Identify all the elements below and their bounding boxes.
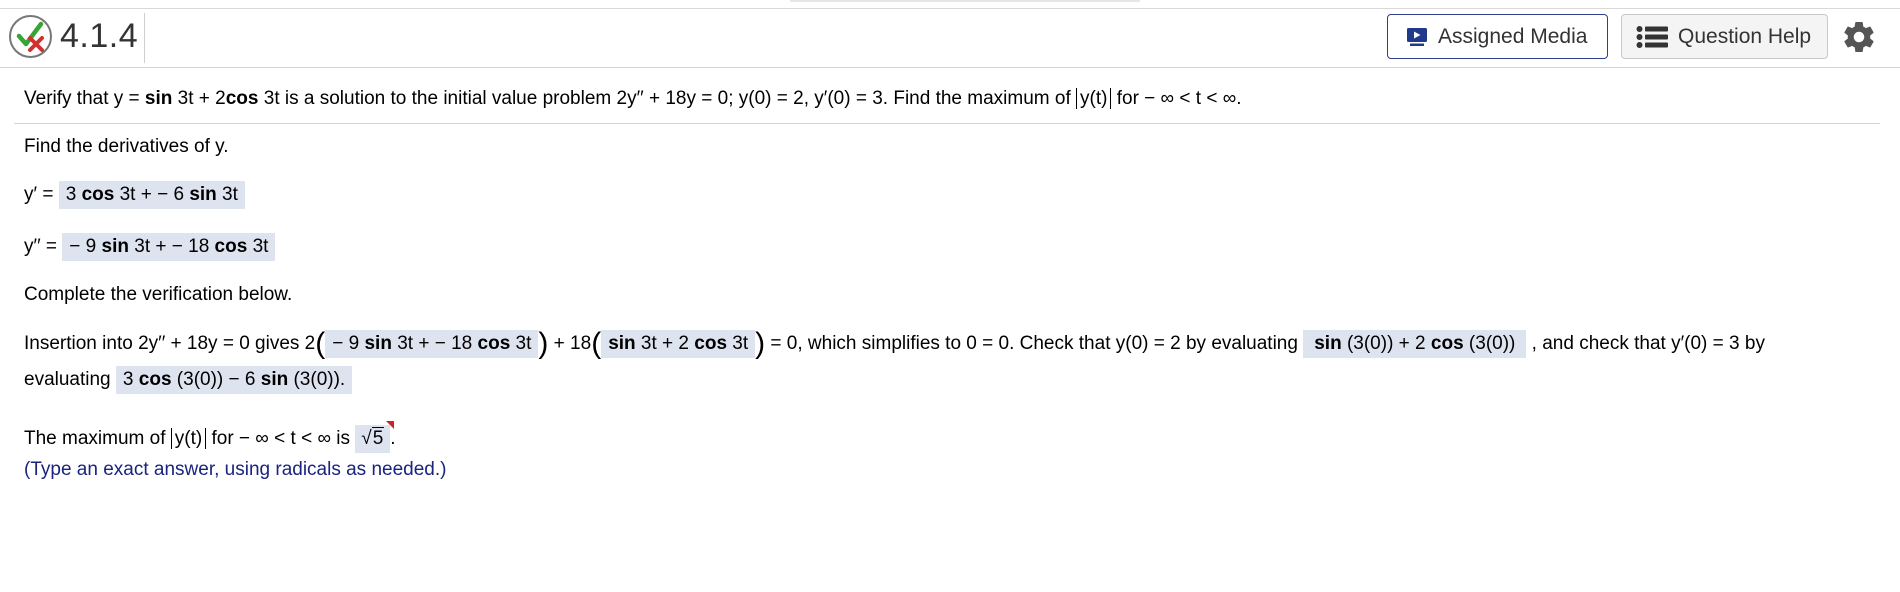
cos-symbol: cos — [225, 88, 259, 109]
answer-text: 3 — [122, 369, 139, 390]
question-header: 4.1.4 Assigned Media Question Help — [0, 9, 1900, 68]
answer-text: 3t + − 6 — [114, 184, 190, 205]
cos-symbol: cos — [81, 184, 115, 205]
y-at-zero-box[interactable]: sin (3(0)) + 2 cos (3(0)) — [1303, 330, 1527, 358]
problem-text: Verify that y = — [24, 88, 145, 109]
derivatives-prompt: Find the derivatives of y. — [24, 136, 229, 157]
y-prime-at-zero-box[interactable]: 3 cos (3(0)) − 6 sin (3(0)). — [115, 366, 353, 394]
verification-text: evaluating — [24, 369, 116, 390]
y-prime-answer-box[interactable]: 3 cos 3t + − 6 sin 3t — [58, 181, 245, 209]
answer-text: (3(0)) + 2 — [1341, 333, 1431, 354]
sin-symbol: sin — [101, 236, 129, 257]
assigned-media-label: Assigned Media — [1438, 24, 1588, 48]
sin-symbol: sin — [144, 88, 173, 109]
problem-text: for − ∞ < t < ∞. — [1111, 88, 1242, 109]
sin-symbol: sin — [608, 333, 636, 354]
radicand: 5 — [371, 427, 385, 449]
y-double-prime-row: y′′ = − 9 sin 3t + − 18 cos 3t — [24, 233, 276, 261]
question-number: 4.1.4 — [60, 17, 139, 55]
sin-symbol: sin — [189, 184, 217, 205]
answer-text: 3t + − 18 — [391, 333, 478, 354]
media-icon — [1406, 27, 1428, 47]
open-paren: ( — [591, 327, 602, 360]
list-icon — [1636, 25, 1668, 48]
cos-symbol: cos — [1430, 333, 1464, 354]
y-prime-row: y′ = 3 cos 3t + − 6 sin 3t — [24, 181, 245, 209]
cos-symbol: cos — [214, 236, 248, 257]
absolute-value: y(t) — [1076, 88, 1112, 109]
problem-text: 3t + 2 — [172, 88, 226, 109]
verification-prompt: Complete the verification below. — [24, 284, 293, 305]
verification-text: = 0, which simplifies to 0 = 0. Check th… — [765, 333, 1304, 354]
problem-divider — [14, 123, 1880, 124]
sin-symbol: sin — [1314, 333, 1342, 354]
question-help-button[interactable]: Question Help — [1621, 14, 1828, 59]
absolute-value: y(t) — [170, 428, 207, 449]
verification-line-2: evaluating 3 cos (3(0)) − 6 sin (3(0)). — [24, 366, 353, 394]
top-scroll-indicator — [790, 0, 1140, 2]
verification-text: , and check that y′(0) = 3 by — [1526, 333, 1765, 354]
partially-correct-icon — [9, 15, 52, 58]
header-separator — [144, 13, 145, 63]
gear-icon[interactable] — [1841, 19, 1877, 55]
y-prime-label: y′ = — [24, 184, 59, 205]
y-double-prime-insert-box[interactable]: − 9 sin 3t + − 18 cos 3t — [325, 330, 539, 358]
maximum-answer-box[interactable]: √5 — [355, 421, 395, 453]
answer-text: 3t — [247, 236, 269, 257]
answer-prompt-text: The maximum of — [24, 428, 171, 449]
y-insert-box[interactable]: sin 3t + 2 cos 3t — [601, 330, 756, 358]
verification-text: Insertion into 2y′′ + 18y = 0 gives 2 — [24, 333, 316, 354]
answer-text: − 9 — [69, 236, 102, 257]
answer-hint: (Type an exact answer, using radicals as… — [24, 459, 447, 480]
answer-text: (3(0)). — [288, 369, 346, 390]
answer-row: The maximum of y(t) for − ∞ < t < ∞ is √… — [24, 421, 396, 453]
cos-symbol: cos — [694, 333, 728, 354]
answer-text: 3t — [727, 333, 749, 354]
assigned-media-button[interactable]: Assigned Media — [1387, 14, 1608, 59]
cos-symbol: cos — [477, 333, 511, 354]
answer-text: 3t + 2 — [635, 333, 695, 354]
y-double-prime-label: y′′ = — [24, 236, 63, 257]
answer-text: 3t — [510, 333, 532, 354]
question-help-label: Question Help — [1678, 24, 1812, 48]
answer-prompt-text: . — [390, 428, 396, 449]
close-paren: ) — [755, 327, 766, 360]
answer-text: (3(0)) − 6 — [171, 369, 261, 390]
problem-text: 3t is a solution to the initial value pr… — [258, 88, 1077, 109]
answer-prompt-text: for − ∞ < t < ∞ is — [206, 428, 356, 449]
verification-line-1: Insertion into 2y′′ + 18y = 0 gives 2( −… — [24, 327, 1765, 360]
answer-text: 3t + − 18 — [128, 236, 215, 257]
cos-symbol: cos — [138, 369, 172, 390]
answer-text: 3t — [216, 184, 238, 205]
open-paren: ( — [315, 327, 326, 360]
incorrect-flag-icon — [386, 421, 395, 429]
sin-symbol: sin — [260, 369, 289, 390]
answer-text: − 9 — [332, 333, 365, 354]
y-double-prime-answer-box[interactable]: − 9 sin 3t + − 18 cos 3t — [62, 233, 276, 261]
close-paren: ) — [538, 327, 549, 360]
problem-statement: Verify that y = sin 3t + 2cos 3t is a so… — [24, 88, 1242, 110]
verification-text: + 18 — [548, 333, 592, 354]
answer-text: 3 — [65, 184, 82, 205]
square-root: √5 — [361, 427, 385, 449]
sin-symbol: sin — [364, 333, 392, 354]
answer-text: (3(0)) — [1463, 333, 1516, 354]
